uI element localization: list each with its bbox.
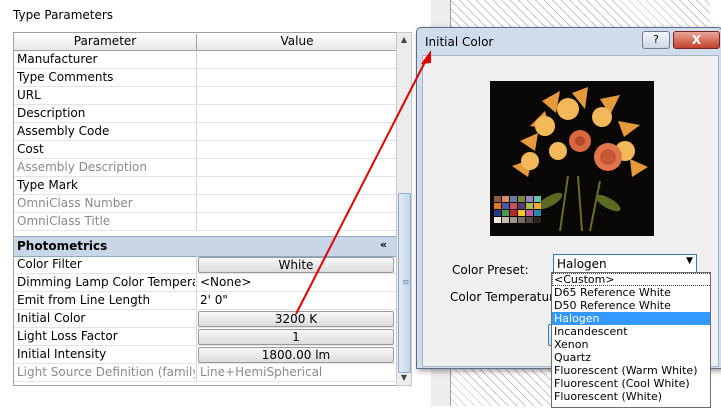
table-row[interactable]: Manufacturer: [14, 51, 397, 69]
table-row[interactable]: Assembly Code: [14, 123, 397, 141]
scroll-up-icon[interactable]: ▲: [397, 33, 411, 47]
color-preset-select[interactable]: Halogen ▼: [553, 254, 697, 274]
list-item[interactable]: Fluorescent (White): [552, 390, 710, 403]
row-name: Initial Color: [17, 311, 86, 325]
table-row: OmniClass Title: [14, 213, 397, 231]
list-item[interactable]: Incandescent: [552, 325, 710, 338]
initial-intensity-button[interactable]: 1800.00 lm: [198, 347, 394, 363]
row-name: URL: [17, 88, 41, 102]
selected-preset: Halogen: [557, 257, 607, 271]
list-item[interactable]: <Custom>: [552, 273, 710, 286]
row-value[interactable]: 2' 0": [200, 293, 228, 307]
row-name: Light Loss Factor: [17, 329, 118, 343]
table-row[interactable]: Light Loss Factor 1: [14, 328, 397, 346]
row-name: Cost: [17, 142, 44, 156]
light-loss-factor-button[interactable]: 1: [198, 329, 394, 345]
flower-bouquet-image: [490, 81, 654, 236]
table-row[interactable]: URL: [14, 87, 397, 105]
help-button[interactable]: ?: [642, 31, 670, 49]
row-name: Color Filter: [17, 257, 82, 271]
row-name: Assembly Code: [17, 124, 110, 138]
group-header-photometrics[interactable]: Photometrics «: [14, 236, 397, 257]
table-row[interactable]: Color Filter White: [14, 256, 397, 274]
table-header: Parameter Value: [14, 33, 397, 51]
scroll-down-icon[interactable]: ▼: [397, 371, 411, 385]
table-row[interactable]: Dimming Lamp Color Temperatu <None>: [14, 274, 397, 292]
list-item[interactable]: Fluorescent (Warm White): [552, 364, 710, 377]
color-preset-dropdown-list[interactable]: <Custom> D65 Reference White D50 Referen…: [551, 272, 711, 408]
color-filter-button[interactable]: White: [198, 257, 394, 273]
group-label: Photometrics: [17, 239, 108, 253]
row-name: Type Mark: [17, 178, 78, 192]
table-row[interactable]: Emit from Line Length 2' 0": [14, 292, 397, 310]
table-row[interactable]: Type Comments: [14, 69, 397, 87]
list-item[interactable]: D50 Reference White: [552, 299, 710, 312]
color-temperature-label: Color Temperature:: [450, 290, 566, 304]
table-row: Light Source Definition (family) Line+He…: [14, 364, 397, 382]
row-name: Light Source Definition (family): [17, 365, 195, 379]
table-row: OmniClass Number: [14, 195, 397, 213]
column-header-value[interactable]: Value: [197, 34, 397, 48]
row-value: Line+HemiSpherical: [200, 365, 323, 379]
row-name: Dimming Lamp Color Temperatu: [17, 275, 195, 289]
table-row[interactable]: Initial Intensity 1800.00 lm: [14, 346, 397, 364]
row-name: Description: [17, 106, 86, 120]
list-item[interactable]: Fluorescent (Cool White): [552, 377, 710, 390]
list-item[interactable]: D65 Reference White: [552, 286, 710, 299]
column-header-parameter[interactable]: Parameter: [14, 34, 197, 50]
scrollbar-thumb[interactable]: ≡: [398, 193, 411, 373]
initial-color-button[interactable]: 3200 K: [198, 311, 394, 327]
list-item[interactable]: Halogen: [552, 312, 710, 325]
table-row: Assembly Description: [14, 159, 397, 177]
row-name: OmniClass Number: [17, 196, 133, 210]
row-name: Assembly Description: [17, 160, 147, 174]
table-row[interactable]: Type Mark: [14, 177, 397, 195]
row-name: Manufacturer: [17, 52, 98, 66]
list-item[interactable]: Xenon: [552, 338, 710, 351]
table-row[interactable]: Cost: [14, 141, 397, 159]
chevron-down-icon[interactable]: ▼: [686, 256, 693, 266]
table-row[interactable]: Description: [14, 105, 397, 123]
row-name: OmniClass Title: [17, 214, 111, 228]
row-name: Emit from Line Length: [17, 293, 151, 307]
type-parameters-title: Type Parameters: [13, 8, 114, 22]
color-preset-label: Color Preset:: [452, 263, 529, 277]
collapse-chevrons-icon[interactable]: «: [380, 238, 387, 251]
list-item[interactable]: Quartz: [552, 351, 710, 364]
row-name: Type Comments: [17, 70, 114, 84]
dialog-title: Initial Color: [425, 35, 494, 49]
close-button[interactable]: X: [673, 31, 720, 49]
type-parameters-table: Parameter Value Manufacturer Type Commen…: [13, 32, 398, 386]
row-value[interactable]: <None>: [200, 275, 251, 289]
row-name: Initial Intensity: [17, 347, 107, 361]
color-preview-image: [490, 81, 654, 236]
table-row[interactable]: Initial Color 3200 K: [14, 310, 397, 328]
vertical-scrollbar[interactable]: ▲ ≡ ▼: [396, 32, 412, 386]
